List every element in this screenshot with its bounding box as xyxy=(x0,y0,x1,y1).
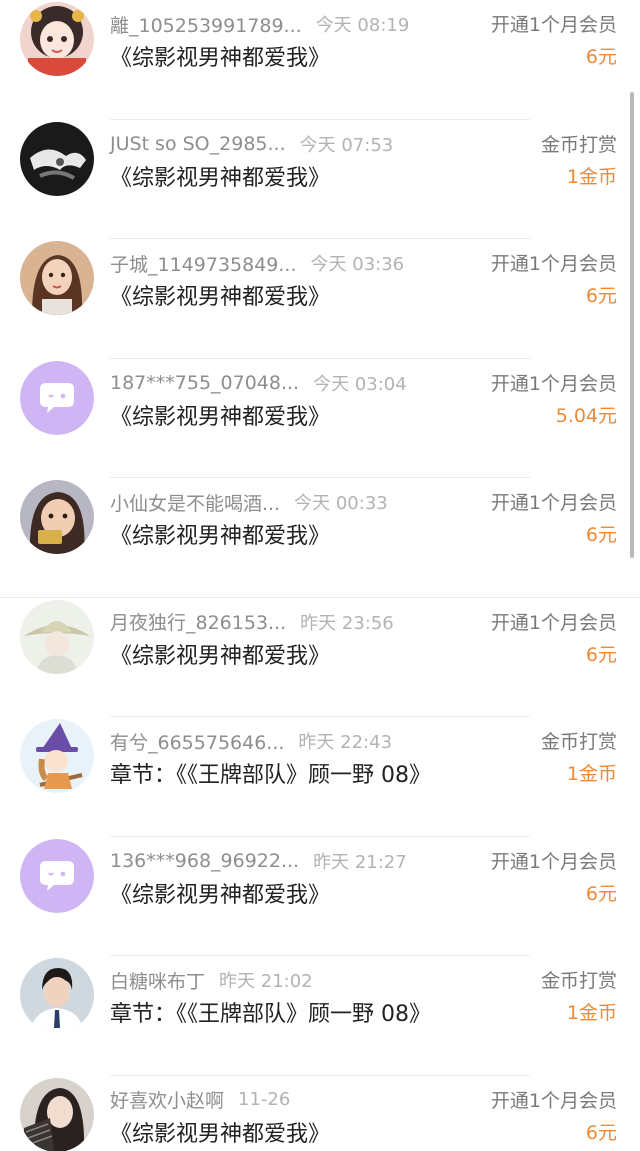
avatar-hat-figure-icon[interactable] xyxy=(20,599,94,674)
transaction-type: 金币打赏 xyxy=(540,970,617,992)
avatar-child-photo-icon[interactable] xyxy=(20,480,94,554)
avatar-woman-photo-icon[interactable] xyxy=(20,1077,94,1151)
timestamp: 今天 00:33 xyxy=(294,493,388,514)
list-item[interactable]: 小仙女是不能喝酒... 今天 00:33 《综影视男神都爱我》 开通1个月会员 … xyxy=(0,478,640,598)
transaction-amount: 6元 xyxy=(585,46,617,68)
timestamp: 今天 07:53 xyxy=(299,134,394,156)
user-name: 離_105253991789... xyxy=(110,14,302,37)
timestamp: 11-26 xyxy=(238,1089,291,1110)
avatar-painted-woman-icon[interactable] xyxy=(20,241,94,315)
list-item[interactable]: 187***755_07048... 今天 03:04 《综影视男神都爱我》 开… xyxy=(0,359,640,479)
default-chat-avatar-icon[interactable] xyxy=(20,838,94,913)
transaction-type: 开通1个月会员 xyxy=(490,372,617,395)
timestamp: 今天 08:19 xyxy=(315,15,410,36)
user-name: 小仙女是不能喝酒... xyxy=(110,492,281,515)
scrollbar[interactable] xyxy=(630,92,634,558)
transaction-type: 金币打赏 xyxy=(540,731,617,753)
list-item[interactable]: 有兮_665575646... 昨天 22:43 章节：《《王牌部队》顾一野 0… xyxy=(0,717,640,837)
timestamp: 昨天 22:43 xyxy=(298,732,393,753)
transaction-amount: 1金币 xyxy=(566,1002,617,1024)
user-name: 好喜欢小赵啊 xyxy=(110,1090,225,1112)
transaction-type: 开通1个月会员 xyxy=(490,611,617,634)
item-title: 《综影视男神都爱我》 xyxy=(110,524,331,549)
purchase-record-list[interactable]: 離_105253991789... 今天 08:19 《综影视男神都爱我》 开通… xyxy=(0,0,640,1151)
item-title: 章节：《《王牌部队》顾一野 08》 xyxy=(110,763,431,788)
user-name: 月夜独行_826153... xyxy=(110,612,287,634)
transaction-type: 金币打赏 xyxy=(540,133,617,156)
avatar-bw-photo-icon[interactable] xyxy=(20,121,94,196)
avatar-witch-cartoon-icon[interactable] xyxy=(20,719,94,793)
item-title: 《综影视男神都爱我》 xyxy=(110,1121,331,1147)
avatar-man-suit-icon[interactable] xyxy=(20,958,94,1032)
transaction-amount: 6元 xyxy=(585,643,617,666)
item-title: 《综影视男神都爱我》 xyxy=(110,285,331,310)
timestamp: 昨天 23:56 xyxy=(300,612,394,634)
transaction-amount: 6元 xyxy=(585,285,617,307)
transaction-amount: 6元 xyxy=(585,524,617,546)
avatar-illustrated-girl-icon[interactable] xyxy=(20,2,94,76)
transaction-type: 开通1个月会员 xyxy=(490,1089,617,1112)
item-title: 《综影视男神都爱我》 xyxy=(110,404,331,430)
user-name: 白糖咪布丁 xyxy=(110,970,206,993)
transaction-amount: 1金币 xyxy=(566,165,617,188)
user-name: JUSt so SO_2985... xyxy=(110,132,286,155)
list-item[interactable]: 好喜欢小赵啊 11-26 《综影视男神都爱我》 开通1个月会员 6元 xyxy=(0,1076,640,1151)
list-item[interactable]: 月夜独行_826153... 昨天 23:56 《综影视男神都爱我》 开通1个月… xyxy=(0,598,640,718)
user-name: 子城_1149735849... xyxy=(110,253,297,276)
user-name: 有兮_665575646... xyxy=(110,731,285,754)
timestamp: 昨天 21:02 xyxy=(219,971,313,992)
item-title: 《综影视男神都爱我》 xyxy=(110,46,331,71)
timestamp: 今天 03:36 xyxy=(310,254,405,275)
timestamp: 今天 03:04 xyxy=(313,373,407,395)
list-item[interactable]: 子城_1149735849... 今天 03:36 《综影视男神都爱我》 开通1… xyxy=(0,239,640,359)
timestamp: 昨天 21:27 xyxy=(313,851,407,873)
transaction-type: 开通1个月会员 xyxy=(490,492,617,514)
item-title: 《综影视男神都爱我》 xyxy=(110,643,331,669)
transaction-type: 开通1个月会员 xyxy=(490,253,617,275)
list-item[interactable]: 離_105253991789... 今天 08:19 《综影视男神都爱我》 开通… xyxy=(0,0,640,120)
transaction-amount: 1金币 xyxy=(566,763,617,785)
transaction-amount: 6元 xyxy=(585,882,617,905)
transaction-amount: 5.04元 xyxy=(555,404,617,427)
transaction-type: 开通1个月会员 xyxy=(490,14,617,36)
transaction-amount: 6元 xyxy=(585,1121,617,1144)
default-chat-avatar-icon[interactable] xyxy=(20,360,94,435)
user-name: 187***755_07048... xyxy=(110,371,300,394)
list-item[interactable]: 白糖咪布丁 昨天 21:02 章节：《《王牌部队》顾一野 08》 金币打赏 1金… xyxy=(0,956,640,1076)
transaction-type: 开通1个月会员 xyxy=(490,850,617,873)
item-title: 章节：《《王牌部队》顾一野 08》 xyxy=(110,1002,431,1027)
item-title: 《综影视男神都爱我》 xyxy=(110,882,331,908)
list-item[interactable]: 136***968_96922... 昨天 21:27 《综影视男神都爱我》 开… xyxy=(0,837,640,957)
item-title: 《综影视男神都爱我》 xyxy=(110,165,331,191)
user-name: 136***968_96922... xyxy=(110,849,300,872)
list-item[interactable]: JUSt so SO_2985... 今天 07:53 《综影视男神都爱我》 金… xyxy=(0,120,640,240)
